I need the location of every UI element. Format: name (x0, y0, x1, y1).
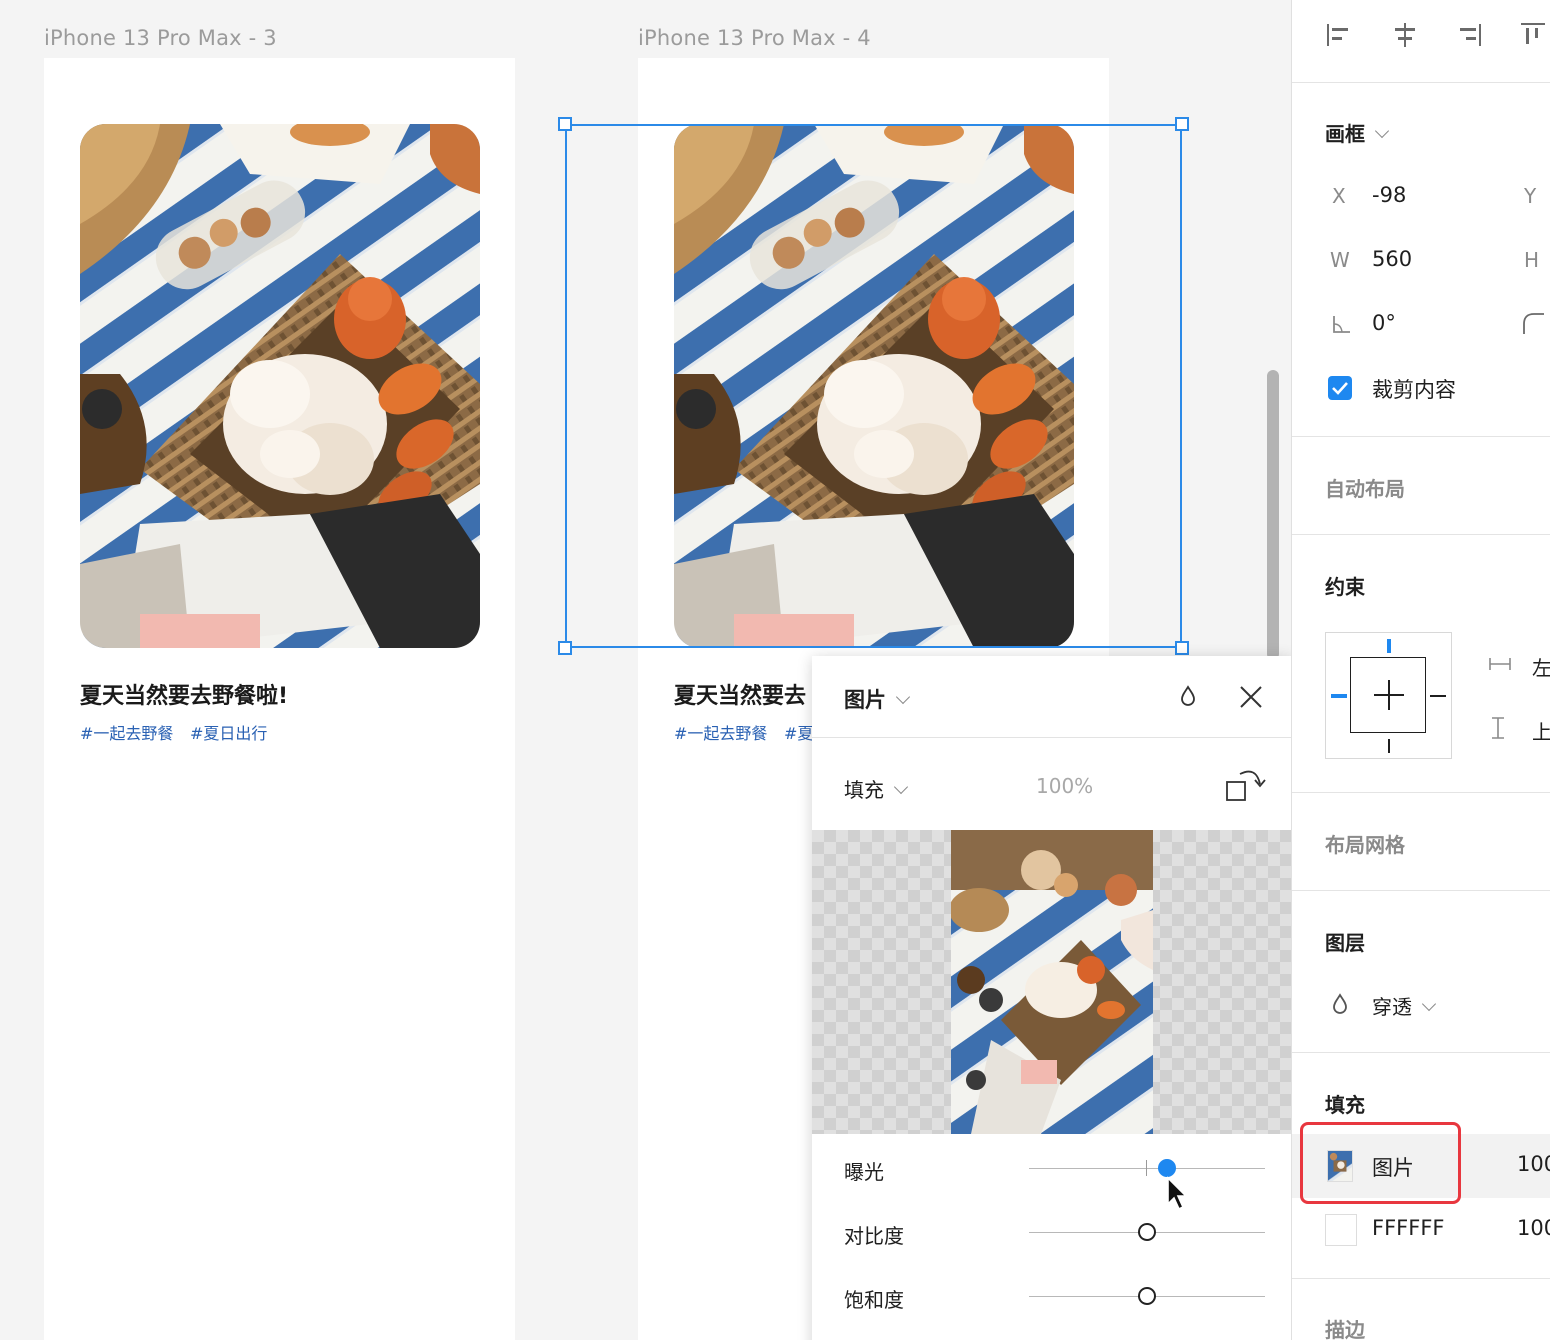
constraints-section-title: 约束 (1325, 575, 1365, 599)
w-input[interactable]: 560 (1372, 247, 1412, 271)
resize-handle-bottom-right[interactable] (1175, 641, 1189, 655)
layer-section-title: 图层 (1325, 931, 1365, 955)
contrast-label: 对比度 (844, 1224, 904, 1248)
resize-handle-top-left[interactable] (558, 117, 572, 131)
chevron-down-icon (893, 779, 909, 795)
divider (1292, 82, 1550, 83)
divider (1292, 534, 1550, 535)
image-fill-popup: 图片 填充 100% 曝光 对比度 饱和度 (812, 656, 1292, 1340)
corner-radius-icon[interactable] (1522, 312, 1544, 334)
align-left-icon[interactable] (1324, 20, 1354, 50)
constraint-right-handle[interactable] (1430, 695, 1446, 697)
image-preview-area[interactable] (812, 830, 1292, 1134)
selection-box[interactable] (565, 124, 1182, 648)
exposure-label: 曝光 (844, 1160, 884, 1184)
horizontal-constraint-value[interactable]: 左 (1532, 652, 1550, 681)
saturation-row: 饱和度 (812, 1274, 1292, 1338)
stroke-section-title[interactable]: 描边 (1325, 1314, 1365, 1340)
constraint-left-handle[interactable] (1331, 694, 1347, 698)
close-icon[interactable] (1238, 684, 1264, 710)
color-swatch[interactable] (1325, 1214, 1357, 1246)
w-label: W (1330, 248, 1350, 272)
blend-mode-dropdown[interactable]: 穿透 (1372, 991, 1437, 1020)
fill-opacity[interactable]: 100% (1036, 774, 1093, 798)
popup-title-label: 图片 (844, 688, 886, 712)
auto-layout-section-title[interactable]: 自动布局 (1325, 473, 1405, 502)
chevron-down-icon (1421, 996, 1437, 1012)
x-input[interactable]: -98 (1372, 183, 1406, 207)
divider (1292, 890, 1550, 891)
frame-section-dropdown[interactable]: 画框 (1325, 118, 1390, 147)
align-top-icon[interactable] (1518, 20, 1548, 50)
tag-1-2[interactable]: #夏日出行 (190, 720, 267, 744)
align-right-icon[interactable] (1454, 20, 1484, 50)
divider (1292, 792, 1550, 793)
rotate-image-icon[interactable] (1224, 766, 1268, 804)
x-label: X (1332, 184, 1346, 208)
horizontal-constraint-icon (1489, 658, 1511, 670)
image-preview (951, 830, 1153, 1134)
rotation-input[interactable]: 0° (1372, 311, 1396, 335)
fill-item-highlight (1300, 1122, 1461, 1204)
contrast-slider-knob[interactable] (1138, 1223, 1156, 1241)
resize-handle-bottom-left[interactable] (558, 641, 572, 655)
contrast-row: 对比度 (812, 1210, 1292, 1274)
constraint-bottom-handle[interactable] (1388, 739, 1390, 753)
y-label: Y (1524, 184, 1537, 208)
popup-header: 图片 (812, 656, 1292, 738)
blend-mode-drop-icon (1333, 993, 1347, 1014)
chevron-down-icon (1374, 123, 1390, 139)
align-horizontal-center-icon[interactable] (1390, 20, 1420, 50)
constraint-widget[interactable] (1325, 632, 1452, 759)
tag-2-1[interactable]: #一起去野餐 (674, 720, 767, 744)
resize-handle-top-right[interactable] (1175, 117, 1189, 131)
constraint-center-h[interactable] (1374, 694, 1404, 696)
card-title-2[interactable]: 夏天当然要去 (674, 678, 814, 710)
fill-item-color-opacity[interactable]: 100 (1517, 1216, 1550, 1240)
fill-item-image-opacity[interactable]: 100 (1517, 1152, 1550, 1176)
card-title-1[interactable]: 夏天当然要去野餐啦! (80, 678, 288, 710)
divider (1292, 1278, 1550, 1279)
canvas-scrollbar[interactable] (1267, 370, 1279, 660)
popup-title-dropdown[interactable]: 图片 (844, 684, 911, 714)
fill-mode-dropdown[interactable]: 填充 (844, 774, 909, 803)
tag-1-1[interactable]: #一起去野餐 (80, 720, 173, 744)
rotation-angle-icon (1333, 316, 1350, 333)
constraint-inner-box (1350, 657, 1426, 733)
layout-grid-section-title[interactable]: 布局网格 (1325, 829, 1405, 858)
exposure-row: 曝光 (812, 1146, 1292, 1210)
picnic-photo-1[interactable] (80, 124, 480, 648)
clip-content-label: 裁剪内容 (1372, 378, 1456, 402)
frame-section-title: 画框 (1325, 122, 1365, 146)
checkmark-icon (1332, 382, 1348, 395)
vertical-constraint-icon (1492, 717, 1504, 739)
tag-2-2[interactable]: #夏 (784, 720, 813, 744)
constraint-top-handle[interactable] (1387, 639, 1391, 653)
clip-content-checkbox[interactable] (1328, 376, 1352, 400)
saturation-slider-knob[interactable] (1138, 1287, 1156, 1305)
exposure-center-tick (1146, 1160, 1147, 1176)
blend-drop-icon[interactable] (1178, 684, 1198, 708)
h-label: H (1524, 248, 1540, 272)
chevron-down-icon (895, 689, 911, 705)
blend-mode-value: 穿透 (1372, 995, 1412, 1019)
mouse-pointer-icon (1167, 1176, 1188, 1211)
vertical-constraint-value[interactable]: 上 (1532, 716, 1550, 745)
exposure-slider-track[interactable] (1029, 1168, 1265, 1169)
fill-mode-label: 填充 (844, 778, 884, 802)
frame-title-2[interactable]: iPhone 13 Pro Max - 4 (638, 26, 871, 50)
frame-title-1[interactable]: iPhone 13 Pro Max - 3 (44, 26, 277, 50)
fill-item-color-hex[interactable]: FFFFFF (1372, 1216, 1444, 1240)
fill-mode-row: 填充 100% (812, 740, 1292, 830)
saturation-label: 饱和度 (844, 1288, 904, 1312)
properties-panel: 画框 X -98 Y W 560 H 0° 裁剪内容 自动布局 约束 左 上 布… (1291, 0, 1550, 1340)
divider (1292, 436, 1550, 437)
divider (1292, 1052, 1550, 1053)
fill-section-title: 填充 (1325, 1093, 1365, 1117)
exposure-slider-knob[interactable] (1158, 1159, 1176, 1177)
